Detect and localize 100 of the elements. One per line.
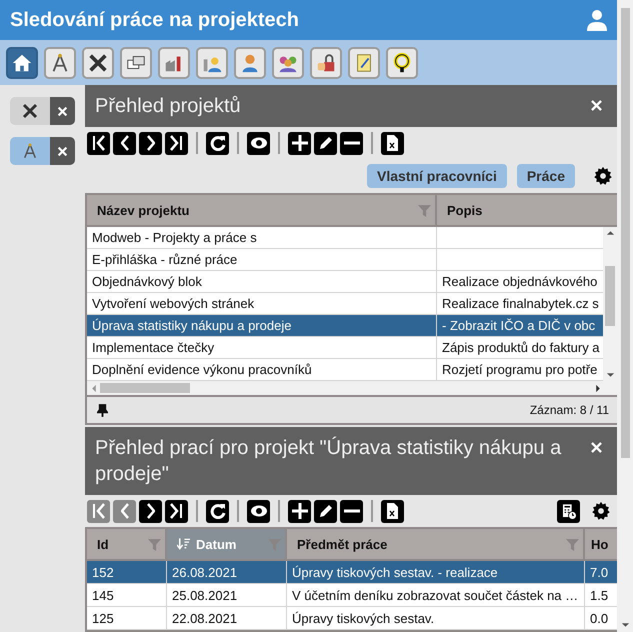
column-header[interactable]: Popis	[437, 195, 617, 225]
table-cell: V účetním deníku zobrazovat součet částek na …	[292, 588, 578, 602]
delete-button[interactable]	[340, 132, 363, 154]
column-label: Popis	[447, 202, 484, 218]
padlock-icon	[315, 52, 337, 74]
table-cell: - Zobrazit IČO a DIČ v obc	[442, 318, 596, 333]
table-row[interactable]: 145 25.08.2021 V účetním deníku zobrazovat součet částek na … 1.5	[87, 584, 617, 607]
column-label: Předmět práce	[297, 536, 388, 552]
table-cell: Úpravy tiskových sestav. - realizace	[292, 564, 498, 580]
close-icon	[590, 441, 603, 454]
settings-icon	[591, 501, 611, 521]
add-button[interactable]	[288, 132, 311, 154]
column-header[interactable]: Ho	[585, 529, 617, 559]
previous-icon	[120, 135, 128, 151]
table-cell: 7.0	[590, 564, 608, 580]
table-cell: 25.08.2021	[172, 588, 238, 602]
edit-button[interactable]	[314, 132, 337, 154]
last-button[interactable]	[165, 132, 188, 154]
minus-icon	[342, 509, 360, 513]
column-label: Ho	[591, 536, 610, 552]
action-button[interactable]: Práce	[516, 164, 575, 188]
down-arrow-icon[interactable]	[620, 622, 630, 628]
table-cell: Vytvoření webových stránek	[92, 296, 254, 311]
nav-button[interactable]	[310, 46, 342, 78]
table-cell: Realizace finalnabytek.cz s	[442, 296, 599, 311]
nav-button[interactable]	[386, 46, 418, 78]
column-label: Datum	[196, 536, 238, 552]
settings-icon	[593, 166, 613, 186]
table-row[interactable]: E-přihláška - různé práce	[87, 249, 603, 271]
view-button[interactable]	[247, 132, 270, 154]
scrollbar[interactable]	[617, 0, 633, 632]
pencil-icon	[318, 136, 332, 150]
panel-title: Přehled projektů	[95, 94, 242, 119]
table-row[interactable]: 125 22.08.2021 Úpravy tiskových sestav. 0.0	[87, 607, 617, 630]
column-header[interactable]: Název projektu	[87, 195, 437, 225]
close-icon	[57, 106, 68, 116]
table-cell: 125	[92, 610, 114, 626]
table-cell: Úprava statistiky nákupu a prodeje	[92, 318, 292, 333]
pencil-icon	[318, 504, 332, 518]
table-cell: Rozjetí programu pro potře	[442, 362, 598, 377]
nav-button[interactable]	[6, 46, 38, 78]
last-icon	[170, 135, 183, 151]
table-cell: 145	[92, 588, 114, 602]
table-cell: 152	[92, 564, 114, 580]
nav-button[interactable]	[44, 46, 76, 78]
table-row[interactable]: Objednávkový blok Realizace objednávkového	[87, 271, 603, 293]
next-button[interactable]	[139, 132, 162, 154]
eye-icon	[250, 505, 268, 517]
column-label: Název projektu	[97, 202, 190, 218]
sort-descending-icon	[177, 538, 190, 550]
last-icon	[170, 503, 183, 519]
refresh-button[interactable]	[206, 500, 229, 522]
scrollbar[interactable]	[87, 381, 617, 397]
close-icon	[57, 146, 68, 156]
view-button[interactable]	[247, 500, 270, 522]
next-icon	[146, 135, 154, 151]
filter-icon	[418, 204, 431, 216]
last-button[interactable]	[165, 500, 188, 522]
pin-icon	[97, 404, 108, 416]
table-cell: 26.08.2021	[172, 564, 238, 580]
filter-icon	[566, 538, 579, 550]
add-button[interactable]	[288, 500, 311, 522]
up-arrow-icon	[606, 230, 614, 236]
close-button[interactable]	[50, 137, 75, 165]
add-icon	[290, 134, 308, 152]
first-button[interactable]	[87, 132, 110, 154]
sidebar-tab[interactable]	[10, 97, 50, 125]
refresh-button[interactable]	[206, 132, 229, 154]
left-arrow-icon	[91, 384, 97, 392]
next-icon	[146, 503, 154, 519]
calculator-button[interactable]	[557, 500, 580, 522]
panel-title: Přehled prací pro projekt "Úprava statistiky nákupu a prodeje"	[95, 436, 562, 487]
next-button[interactable]	[139, 500, 162, 522]
column-label: Id	[97, 536, 110, 552]
close-icon	[590, 99, 603, 112]
record-counter: Záznam: 8 / 11	[530, 403, 609, 417]
nav-button[interactable]	[120, 46, 152, 78]
app-title: Sledování práce na projektech	[10, 8, 300, 32]
sidebar-tab[interactable]	[10, 137, 50, 165]
nav-button[interactable]	[82, 46, 114, 78]
delete-button[interactable]	[340, 500, 363, 522]
previous-icon	[120, 503, 128, 519]
table-row[interactable]: Modweb - Projekty a práce s	[87, 227, 603, 249]
table-row[interactable]: Úprava statistiky nákupu a prodeje - Zobrazit IČO a DIČ v obc	[87, 315, 603, 337]
first-icon	[92, 135, 106, 151]
refresh-icon	[210, 503, 226, 519]
export-button[interactable]	[381, 132, 404, 154]
export-button[interactable]	[381, 500, 404, 522]
table-cell: 1.5	[590, 588, 608, 602]
table-row[interactable]: Implementace čtečky Zápis produktů do faktury a	[87, 337, 603, 359]
close-button[interactable]	[50, 97, 75, 125]
user-icon	[585, 8, 609, 32]
compass-icon	[21, 142, 39, 160]
edit-button[interactable]	[314, 500, 337, 522]
eye-icon	[250, 137, 268, 149]
previous-button[interactable]	[113, 132, 136, 154]
table-row[interactable]: 152 26.08.2021 Úpravy tiskových sestav. - realizace 7.0	[87, 561, 617, 584]
action-button[interactable]: Vlastní pracovníci	[367, 164, 507, 188]
column-header[interactable]: Předmět práce	[287, 529, 585, 559]
first-icon	[92, 503, 106, 519]
